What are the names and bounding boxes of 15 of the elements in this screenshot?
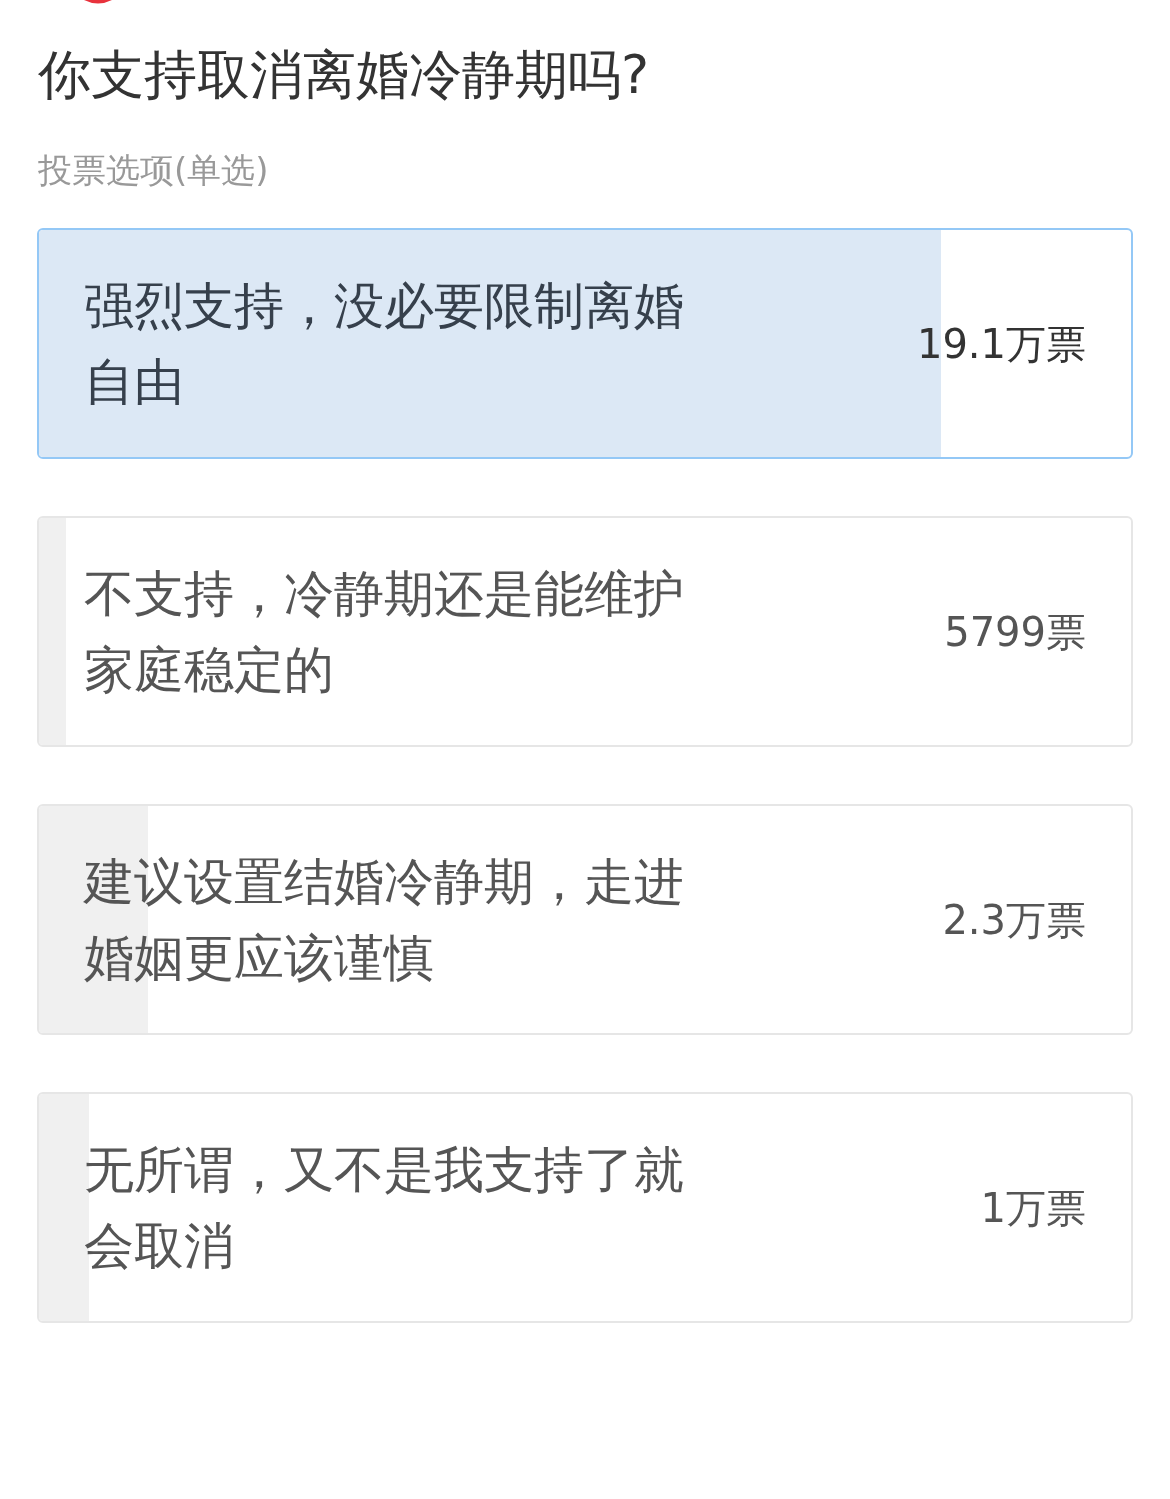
vote-count: 2.3万票	[942, 895, 1086, 945]
vote-count: 5799票	[944, 607, 1086, 657]
option-label: 不支持，冷静期还是能维护家庭稳定的	[84, 563, 685, 701]
vote-count: 19.1万票	[916, 319, 1086, 369]
vote-count: 1万票	[980, 1183, 1086, 1233]
cut-off-icon	[84, 0, 112, 4]
poll-option[interactable]: 强烈支持，没必要限制离婚自由 19.1万票	[37, 228, 1133, 459]
option-label: 无所谓，又不是我支持了就会取消	[84, 1139, 685, 1277]
poll-option[interactable]: 不支持，冷静期还是能维护家庭稳定的 5799票	[37, 516, 1133, 747]
poll-subtitle: 投票选项(单选)	[38, 150, 269, 190]
poll-option[interactable]: 建议设置结婚冷静期，走进婚姻更应该谨慎 2.3万票	[37, 804, 1133, 1035]
poll-title: 你支持取消离婚冷静期吗?	[38, 44, 650, 106]
option-label: 强烈支持，没必要限制离婚自由	[84, 275, 685, 413]
option-label: 建议设置结婚冷静期，走进婚姻更应该谨慎	[84, 851, 685, 989]
poll-option[interactable]: 无所谓，又不是我支持了就会取消 1万票	[37, 1092, 1133, 1323]
